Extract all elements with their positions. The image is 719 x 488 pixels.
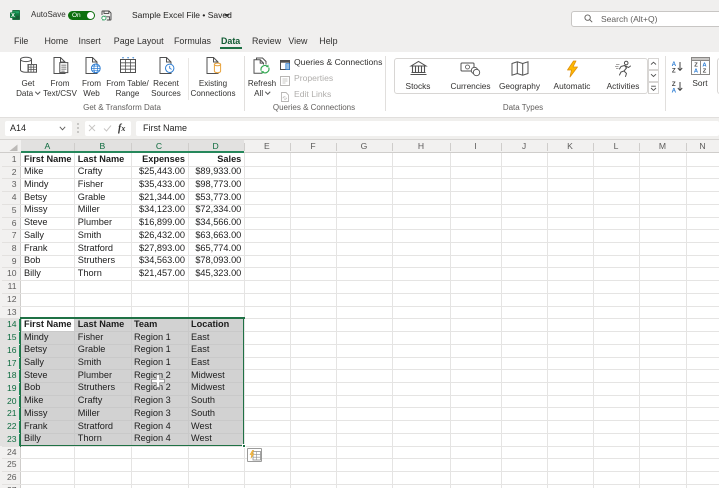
svg-text:X: X xyxy=(11,13,15,19)
svg-text:A: A xyxy=(672,87,677,93)
svg-text:Z: Z xyxy=(672,67,676,73)
svg-text:Z: Z xyxy=(702,68,706,74)
